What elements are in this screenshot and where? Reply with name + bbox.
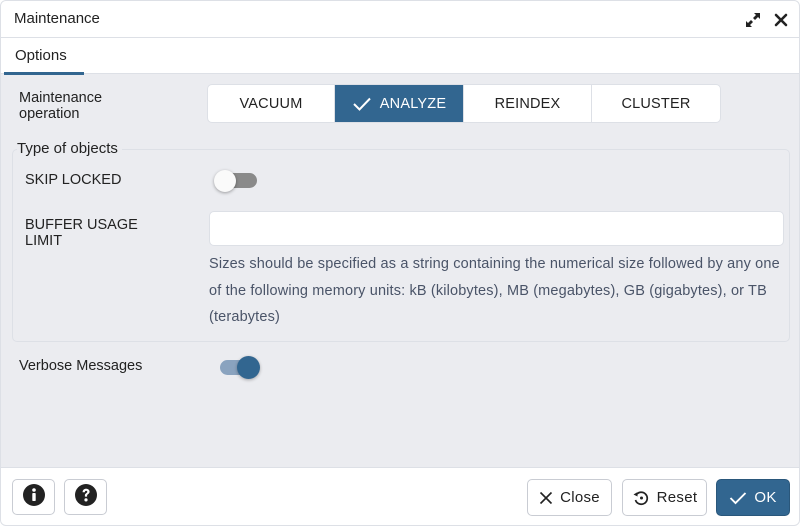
- operation-analyze-button[interactable]: ANALYZE: [335, 85, 464, 122]
- maintenance-dialog: Maintenance Options Maintenance operatio…: [0, 0, 800, 526]
- verbose-messages-switch-knob: [237, 356, 260, 379]
- expand-icon[interactable]: [744, 11, 762, 29]
- check-icon: [352, 96, 372, 112]
- dialog-titlebar[interactable]: Maintenance: [1, 1, 799, 38]
- tab-options[interactable]: Options: [4, 38, 84, 75]
- operation-vacuum-button[interactable]: VACUUM: [208, 85, 335, 122]
- close-button-label: Close: [560, 489, 600, 506]
- ok-button[interactable]: OK: [716, 479, 790, 516]
- buffer-usage-limit-input[interactable]: [209, 211, 784, 246]
- buffer-usage-limit-label-line1: BUFFER USAGE: [25, 217, 138, 233]
- skip-locked-switch[interactable]: [213, 170, 259, 192]
- check-icon: [729, 491, 747, 505]
- maintenance-operation-label: Maintenance operation: [19, 90, 102, 122]
- operation-reindex-button[interactable]: REINDEX: [464, 85, 592, 122]
- operation-analyze-label: ANALYZE: [379, 95, 447, 112]
- buffer-usage-limit-help-text: Sizes should be specified as a string co…: [209, 256, 780, 325]
- dialog-title: Maintenance: [14, 10, 100, 27]
- reset-icon: [632, 489, 650, 507]
- buffer-usage-limit-label: BUFFER USAGE LIMIT: [25, 217, 138, 249]
- skip-locked-switch-knob: [214, 170, 236, 192]
- info-button[interactable]: [12, 479, 55, 515]
- operation-cluster-label: CLUSTER: [621, 95, 691, 112]
- info-icon: [22, 483, 46, 512]
- operation-cluster-button[interactable]: CLUSTER: [592, 85, 720, 122]
- tab-options-label: Options: [15, 47, 67, 64]
- maintenance-operation-toggle-group: VACUUM ANALYZE REINDEX CLUSTER: [207, 84, 721, 123]
- reset-button[interactable]: Reset: [622, 479, 707, 516]
- close-icon[interactable]: [772, 11, 790, 29]
- type-of-objects-legend: Type of objects: [17, 140, 122, 157]
- operation-reindex-label: REINDEX: [494, 95, 561, 112]
- maintenance-operation-label-line2: operation: [19, 106, 80, 122]
- ok-button-label: OK: [754, 489, 777, 506]
- help-icon: [74, 483, 98, 512]
- dialog-footer: Close Reset OK: [1, 467, 799, 525]
- operation-vacuum-label: VACUUM: [239, 95, 303, 112]
- maintenance-operation-label-line1: Maintenance: [19, 90, 103, 106]
- verbose-messages-label: Verbose Messages: [19, 358, 143, 374]
- tab-bar: Options: [1, 38, 799, 75]
- active-tab-indicator: [4, 72, 84, 75]
- reset-button-label: Reset: [656, 489, 698, 506]
- close-button[interactable]: Close: [527, 479, 612, 516]
- buffer-usage-limit-label-line2: LIMIT: [25, 233, 63, 249]
- help-button[interactable]: [64, 479, 107, 515]
- skip-locked-label: SKIP LOCKED: [25, 172, 122, 188]
- verbose-messages-switch[interactable]: [219, 356, 265, 380]
- close-x-icon: [539, 491, 553, 505]
